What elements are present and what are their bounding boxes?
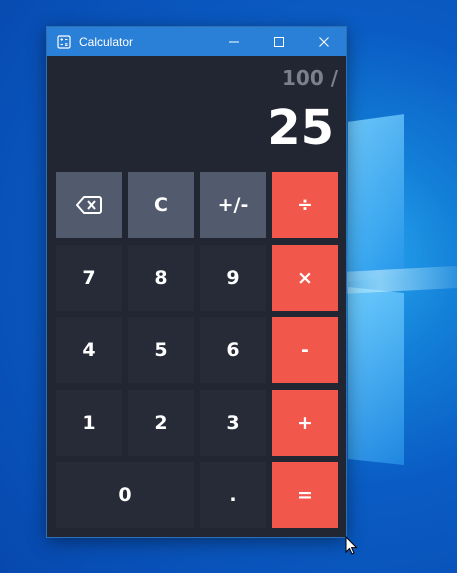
digit-8-button[interactable]: 8 — [128, 244, 194, 311]
keypad: C +/- ÷ 7 8 9 × 4 5 6 - 1 2 3 + 0 . = — [56, 172, 338, 528]
desktop-logo-pane-bottom — [348, 287, 404, 465]
negate-button[interactable]: +/- — [200, 172, 266, 238]
calculator-app-icon — [57, 34, 71, 49]
calculator-window: Calculator 100 / 25 C +/- ÷ 7 8 9 × 4 5 … — [47, 27, 346, 537]
maximize-button[interactable] — [256, 27, 301, 56]
digit-4-button[interactable]: 4 — [56, 317, 122, 383]
digit-6-button[interactable]: 6 — [200, 317, 266, 383]
digit-3-button[interactable]: 3 — [200, 389, 266, 456]
backspace-icon — [76, 196, 102, 214]
digit-9-button[interactable]: 9 — [200, 244, 266, 311]
minimize-button[interactable] — [211, 27, 256, 56]
display-panel: 100 / 25 — [47, 56, 346, 169]
result-display: 25 — [267, 100, 334, 156]
digit-0-button[interactable]: 0 — [56, 462, 194, 528]
window-title: Calculator — [79, 34, 134, 49]
title-bar[interactable]: Calculator — [47, 27, 346, 56]
equals-button[interactable]: = — [272, 462, 338, 528]
clear-button[interactable]: C — [128, 172, 194, 238]
desktop-logo-pane-top — [348, 114, 404, 282]
divide-button[interactable]: ÷ — [272, 172, 338, 238]
expression-display: 100 / — [281, 66, 338, 90]
digit-2-button[interactable]: 2 — [128, 389, 194, 456]
digit-1-button[interactable]: 1 — [56, 389, 122, 456]
digit-7-button[interactable]: 7 — [56, 244, 122, 311]
backspace-button[interactable] — [56, 172, 122, 238]
multiply-button[interactable]: × — [272, 244, 338, 311]
close-icon — [318, 36, 329, 47]
add-button[interactable]: + — [272, 389, 338, 456]
mouse-cursor-icon — [345, 536, 358, 555]
close-button[interactable] — [301, 27, 346, 56]
digit-5-button[interactable]: 5 — [128, 317, 194, 383]
decimal-button[interactable]: . — [200, 462, 266, 528]
minimize-icon — [228, 41, 239, 42]
maximize-icon — [273, 36, 284, 47]
subtract-button[interactable]: - — [272, 317, 338, 383]
